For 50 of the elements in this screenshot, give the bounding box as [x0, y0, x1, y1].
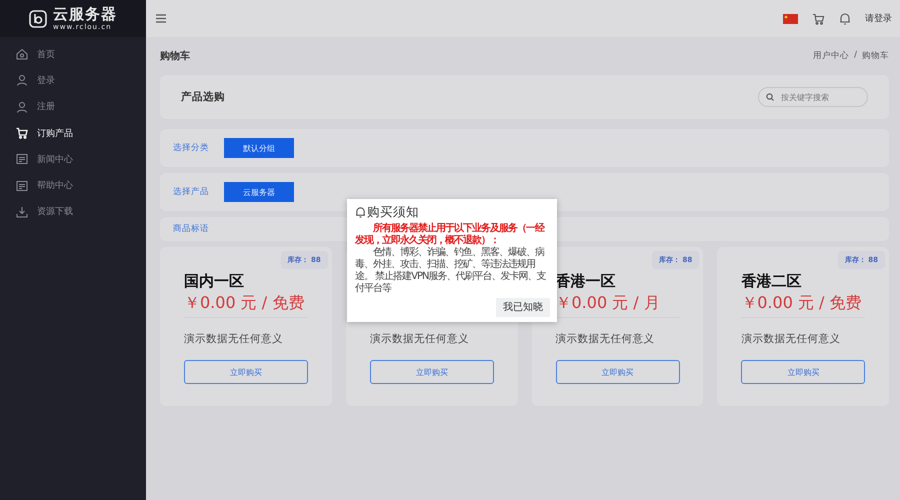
breadcrumb-link[interactable]: 用户中心 — [813, 50, 850, 62]
login-link[interactable]: 请登录 — [865, 12, 892, 25]
section-title: 产品选购 — [181, 90, 225, 104]
cart-icon[interactable] — [812, 12, 825, 24]
filter-option-button[interactable]: 云服务器 — [224, 182, 294, 202]
product-title: 国内一区 — [184, 272, 245, 290]
user-icon — [16, 100, 28, 113]
sidebar-item[interactable]: 登录 — [0, 67, 146, 94]
sidebar-item[interactable]: 新闻中心 — [0, 146, 146, 172]
acknowledge-button[interactable]: 我已知晓 — [496, 298, 550, 317]
filter-label: 选择产品 — [173, 186, 209, 198]
bell-icon[interactable] — [839, 12, 851, 25]
document-icon — [16, 153, 28, 166]
buy-button[interactable]: 立即购买 — [184, 360, 308, 384]
breadcrumb-link[interactable]: 购物车 — [862, 50, 889, 62]
page-title: 购物车 — [160, 49, 190, 63]
product-price: ￥0.00 元 / 免费 — [741, 293, 866, 318]
product-title: 香港一区 — [556, 272, 616, 290]
product-description: 演示数据无任何意义 — [184, 332, 284, 346]
buy-button[interactable]: 立即购买 — [556, 360, 680, 384]
modal-title: 购买须知 — [367, 204, 419, 219]
sidebar-item[interactable]: 资源下载 — [0, 198, 146, 226]
warning-text: 所有服务器禁止用于以下业务及服务（一经发现，立即永久关闭，概不退款）： — [355, 223, 546, 246]
notice-text: 色情、博彩、诈骗、钓鱼、黑客、爆破、病毒、外挂、攻击、扫描、挖矿、等违法违规用途。 禁止搭建VPN服务、代刷平台、发卡网、支付平台等 — [355, 247, 547, 295]
brand-name: 云服务器 — [53, 6, 117, 22]
search-field[interactable]: 按关键字搜索 — [758, 87, 868, 107]
user-icon — [16, 74, 28, 86]
product-description: 演示数据无任何意义 — [370, 332, 470, 346]
product-description: 演示数据无任何意义 — [741, 332, 842, 346]
menu-icon[interactable] — [156, 14, 166, 23]
cart-icon — [16, 127, 28, 140]
document-icon — [16, 180, 28, 192]
bell-icon — [355, 206, 366, 218]
logo-icon — [29, 10, 47, 28]
home-icon — [16, 48, 28, 60]
china-flag-icon[interactable] — [783, 14, 798, 24]
breadcrumb-separator: / — [854, 50, 857, 62]
sidebar-item[interactable]: 首页 — [0, 41, 146, 68]
product-title: 香港二区 — [741, 272, 802, 290]
sidebar-item[interactable]: 注册 — [0, 94, 146, 120]
product-price: ￥0.00 元 / 免费 — [184, 293, 308, 318]
download-icon — [16, 206, 28, 218]
tagline-label: 商品标语 — [173, 223, 209, 235]
product-description: 演示数据无任何意义 — [556, 332, 656, 346]
buy-button[interactable]: 立即购买 — [370, 360, 494, 384]
filter-label: 选择分类 — [173, 142, 209, 154]
buy-button[interactable]: 立即购买 — [741, 360, 866, 384]
filter-option-button[interactable]: 默认分组 — [224, 138, 294, 158]
sidebar-item[interactable]: 订购产品 — [0, 120, 146, 146]
sidebar-item[interactable]: 帮助中心 — [0, 172, 146, 199]
